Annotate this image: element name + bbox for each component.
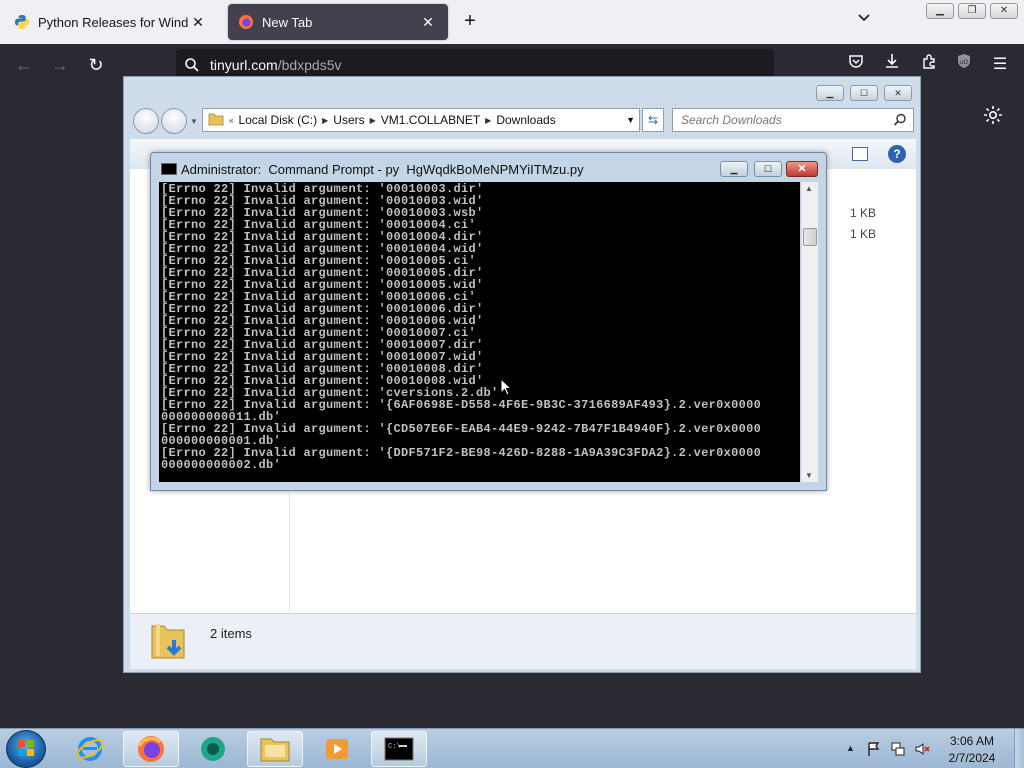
python-icon [14,14,30,30]
item-count: 2 items [210,626,252,641]
close-window-button[interactable]: ✕ [990,3,1018,19]
close-icon[interactable]: ✕ [188,14,208,31]
back-arrow-icon[interactable]: ← [12,53,36,77]
window-title: Administrator: Command Prompt - py HgWqd… [181,162,584,177]
breadcrumb-local-disk[interactable]: Local Disk (C:) [238,113,317,127]
show-hidden-icons-icon[interactable]: ▲ [846,743,855,753]
download-icon[interactable] [880,53,904,77]
address-bar[interactable]: « Local Disk (C:) ▶ Users ▶ VM1.COLLABNE… [202,108,640,132]
command-prompt-window: Administrator: Command Prompt - py HgWqd… [150,152,827,491]
ie-icon [76,737,104,761]
svg-text:uO: uO [960,60,968,66]
refresh-icon[interactable]: ⇆ [642,108,664,132]
taskbar-app-button[interactable] [185,731,241,767]
console-line: 000000000002.db' [161,458,282,472]
taskbar-media-player-button[interactable] [309,731,365,767]
search-icon [185,58,199,72]
explorer-titlebar: ▁ ☐ ✕ [124,77,920,105]
downloads-folder-icon [148,620,188,664]
details-pane: 2 items [130,613,916,669]
vertical-scrollbar[interactable]: ▲ ▼ [801,182,818,482]
taskbar-firefox-button[interactable] [123,731,179,767]
media-player-icon [326,739,348,759]
taskbar: C:\ ▲ 3:06 AM 2/7/2024 [0,728,1024,768]
chevron-right-icon[interactable]: ▶ [485,116,491,125]
restore-button[interactable]: ❐ [958,3,986,19]
breadcrumb-user-folder[interactable]: VM1.COLLABNET [381,113,480,127]
tab-title: New Tab [262,14,313,30]
forward-button[interactable] [161,108,187,134]
maximize-button[interactable]: ☐ [850,85,878,101]
minimize-button[interactable]: ▁ [720,161,748,177]
system-tray: ▲ 3:06 AM 2/7/2024 [840,729,1024,768]
chevron-right-icon[interactable]: ▶ [322,116,328,125]
close-window-button[interactable]: ✕ [786,161,818,177]
ublock-shield-icon[interactable]: uO [952,53,976,77]
explorer-icon [260,738,290,762]
gear-icon[interactable] [982,104,1004,126]
chevron-down-icon[interactable]: ▼ [626,115,635,125]
cmd-titlebar: Administrator: Command Prompt - py HgWqd… [151,153,826,181]
tab-python-releases[interactable]: Python Releases for Windows | ✕ [4,4,218,40]
show-desktop-button[interactable] [1014,729,1024,768]
action-center-flag-icon[interactable] [866,741,882,757]
taskbar-explorer-button[interactable] [247,731,303,767]
taskbar-ie-button[interactable] [62,731,118,767]
help-icon[interactable]: ? [888,145,906,163]
folder-icon [208,112,224,129]
hamburger-menu-icon[interactable]: ☰ [988,53,1012,77]
back-button[interactable] [133,108,159,134]
new-tab-button[interactable]: + [458,10,482,34]
search-input[interactable]: Search Downloads [672,108,914,132]
taskbar-cmd-button[interactable]: C:\ [371,731,427,767]
chevron-down-icon[interactable]: ▼ [190,117,198,126]
chevron-right-icon[interactable]: ▶ [370,116,376,125]
minimize-button[interactable]: ▁ [926,3,954,19]
console-output[interactable]: [Errno 22] Invalid argument: '00010003.d… [159,182,800,482]
clock-time[interactable]: 3:06 AM [942,734,1002,748]
firefox-icon [138,736,164,762]
file-size: 1 KB [850,206,877,220]
volume-muted-icon[interactable] [914,741,930,757]
scroll-down-arrow-icon[interactable]: ▼ [805,471,813,480]
close-icon[interactable]: ✕ [418,14,438,31]
cmd-window-icon [161,163,177,175]
preview-pane-icon[interactable] [852,147,868,161]
scroll-up-arrow-icon[interactable]: ▲ [805,184,813,193]
search-icon [893,113,906,126]
extensions-icon[interactable] [917,53,941,77]
clock-date[interactable]: 2/7/2024 [942,751,1002,765]
close-window-button[interactable]: ✕ [884,85,912,101]
app-icon [201,737,225,761]
breadcrumb-downloads[interactable]: Downloads [496,113,555,127]
breadcrumb-overflow[interactable]: « [229,116,233,125]
browser-tabbar: Python Releases for Windows | ✕ New Tab … [0,0,1024,44]
url-host: tinyurl.com [210,57,278,73]
forward-arrow-icon[interactable]: → [48,53,72,77]
maximize-button[interactable]: ☐ [754,161,782,177]
cmd-icon: C:\ [384,737,414,761]
console-lines: [Errno 22] Invalid argument: '00010003.d… [161,183,800,471]
file-size: 1 KB [850,227,877,241]
reload-icon[interactable]: ↻ [84,53,108,77]
search-placeholder: Search Downloads [681,113,782,127]
pocket-icon[interactable] [844,53,868,77]
network-icon[interactable] [890,741,906,757]
chevron-down-icon[interactable] [852,10,876,34]
mouse-cursor-icon [500,378,512,396]
tab-title: Python Releases for Windows | [38,14,188,30]
tab-new-tab[interactable]: New Tab ✕ [228,4,448,40]
firefox-icon [238,14,254,30]
url-path: /bdxpds5v [277,57,342,73]
svg-text:C:\: C:\ [388,743,401,751]
start-button[interactable] [6,730,46,768]
breadcrumb-users[interactable]: Users [333,113,364,127]
scrollbar-thumb[interactable] [803,228,817,246]
minimize-button[interactable]: ▁ [816,85,844,101]
